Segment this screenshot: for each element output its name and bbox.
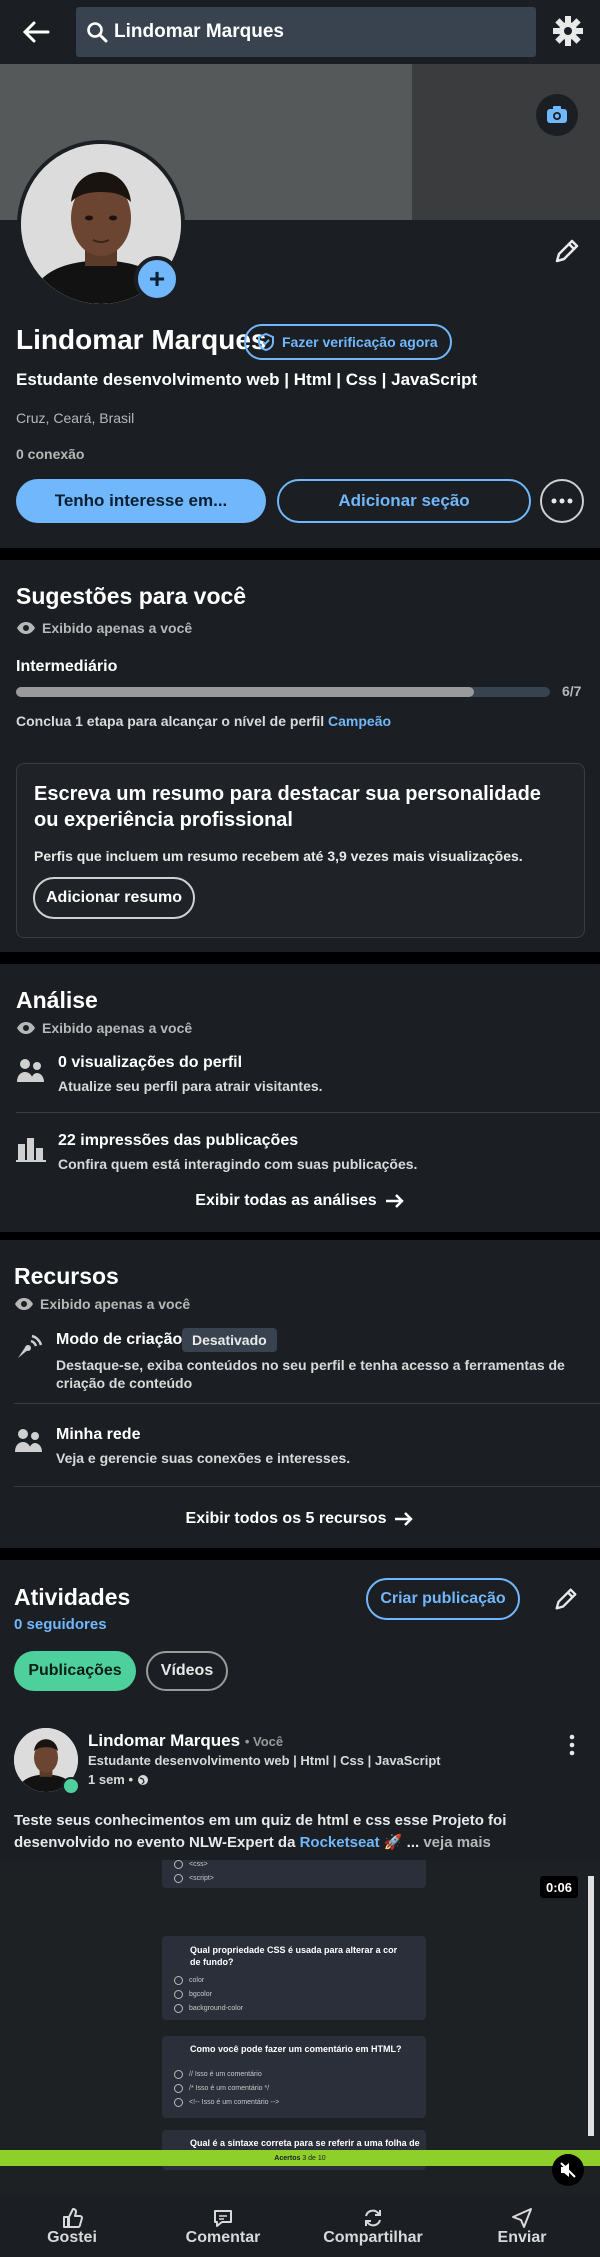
search-icon [87,22,108,43]
divider [14,1486,600,1487]
suggestions-title: Sugestões para você [16,583,247,609]
followers-link[interactable]: 0 seguidores [14,1616,107,1633]
show-all-analytics-link[interactable]: Exibir todas as análises [0,1184,600,1218]
quiz-card: <css> <script> [162,1860,426,1888]
camera-icon[interactable] [536,94,578,136]
divider [14,1403,600,1404]
search-query: Lindomar Marques [114,21,284,42]
creator-mode-item[interactable]: Modo de criação Desativado Destaque-se, … [14,1328,586,1394]
private-note: Exibido apenas a você [16,620,192,636]
profile-headline: Estudante desenvolvimento web | Html | C… [16,370,478,389]
comment-button[interactable]: Comentar [163,2196,283,2257]
online-status-dot [62,1777,80,1795]
create-post-button[interactable]: Criar publicação [366,1578,520,1620]
add-photo-button[interactable]: + [134,256,180,302]
interest-button[interactable]: Tenho interesse em... [16,479,266,523]
post-author[interactable]: Lindomar Marques • Você [88,1731,283,1751]
resources-title: Recursos [14,1263,119,1289]
progress-fill [16,687,474,697]
share-button[interactable]: Compartilhar [313,2196,433,2257]
more-options-button[interactable] [540,479,584,523]
profile-level: Intermediário [16,658,118,675]
analytics-item[interactable]: 0 visualizações do perfil Atualize seu p… [16,1054,586,1098]
see-more-link[interactable]: veja mais [423,1834,491,1851]
analytics-item[interactable]: 22 impressões das publicações Confira qu… [16,1132,586,1176]
profile-name: Lindomar Marques [16,324,267,355]
verify-label: Fazer verificação agora [282,334,438,350]
rocketseat-link[interactable]: Rocketseat [300,1834,380,1851]
progress-label: 6/7 [562,683,582,699]
shield-icon [258,332,274,352]
arrow-right-icon [395,1512,414,1526]
summary-box-text: Perfis que incluem um resumo recebem até… [34,848,523,864]
champion-link[interactable]: Campeão [328,713,391,729]
verify-now-button[interactable]: Fazer verificação agora [244,324,452,360]
people-icon [17,1059,44,1082]
like-button[interactable]: Gostei [12,2196,132,2257]
top-bar: Lindomar Marques [0,0,600,64]
add-section-button[interactable]: Adicionar seção [277,479,531,523]
post-video[interactable]: <css> <script> Qual propriedade CSS é us… [0,1860,600,2196]
bottom-action-bar: Gostei Comentar Compartilhar Enviar [0,2196,600,2257]
status-badge: Desativado [182,1328,277,1352]
search-input[interactable]: Lindomar Marques [76,7,536,57]
quiz-card: Como você pode fazer um comentário em HT… [162,2036,426,2118]
gear-icon[interactable] [552,15,584,47]
thumbs-up-icon [63,2207,83,2228]
summary-box-title: Escreva um resumo para destacar sua pers… [34,783,541,831]
tab-videos[interactable]: Vídeos [146,1651,228,1691]
post-time: 1 sem • [88,1772,149,1787]
more-dots-icon [551,498,573,504]
broadcast-icon [18,1334,43,1358]
divider [16,1112,600,1113]
progress-track [16,687,550,697]
tab-posts[interactable]: Publicações [14,1651,136,1691]
comment-icon [214,2209,232,2227]
bar-chart-icon [16,1138,46,1162]
video-duration: 0:06 [540,1876,579,1898]
profile-location: Cruz, Ceará, Brasil [16,410,135,426]
mute-icon[interactable] [552,2154,584,2186]
my-network-item[interactable]: Minha rede Veja e gerencie suas conexões… [14,1424,586,1470]
private-note: Exibido apenas a você [14,1296,190,1312]
post-author-headline: Estudante desenvolvimento web | Html | C… [88,1753,441,1768]
level-hint: Conclua 1 etapa para alcançar o nível de… [16,713,392,729]
eye-icon [17,622,35,634]
send-button[interactable]: Enviar [462,2196,582,2257]
show-all-resources-link[interactable]: Exibir todos os 5 recursos [0,1502,600,1536]
repost-icon [365,2209,381,2226]
edit-pencil-icon[interactable] [552,1585,580,1613]
post-options-icon[interactable] [566,1733,578,1757]
activity-title: Atividades [14,1584,131,1610]
people-icon [15,1429,42,1452]
connections-count[interactable]: 0 conexão [16,446,84,462]
add-summary-button[interactable]: Adicionar resumo [33,877,195,919]
video-scrollbar[interactable] [588,1876,594,2136]
send-icon [512,2207,532,2228]
post-text: Teste seus conhecimentos em um quiz de h… [14,1812,507,1851]
score-bar: Acertos 3 de 10 [0,2150,600,2166]
analytics-title: Análise [16,987,98,1013]
eye-icon [17,1022,35,1034]
eye-icon [15,1298,33,1310]
private-note: Exibido apenas a você [16,1020,192,1036]
arrow-right-icon [385,1194,404,1208]
quiz-card: Qual propriedade CSS é usada para altera… [162,1936,426,2020]
back-arrow-icon[interactable] [18,14,54,50]
globe-icon [138,1774,149,1785]
edit-pencil-icon[interactable] [552,236,582,266]
